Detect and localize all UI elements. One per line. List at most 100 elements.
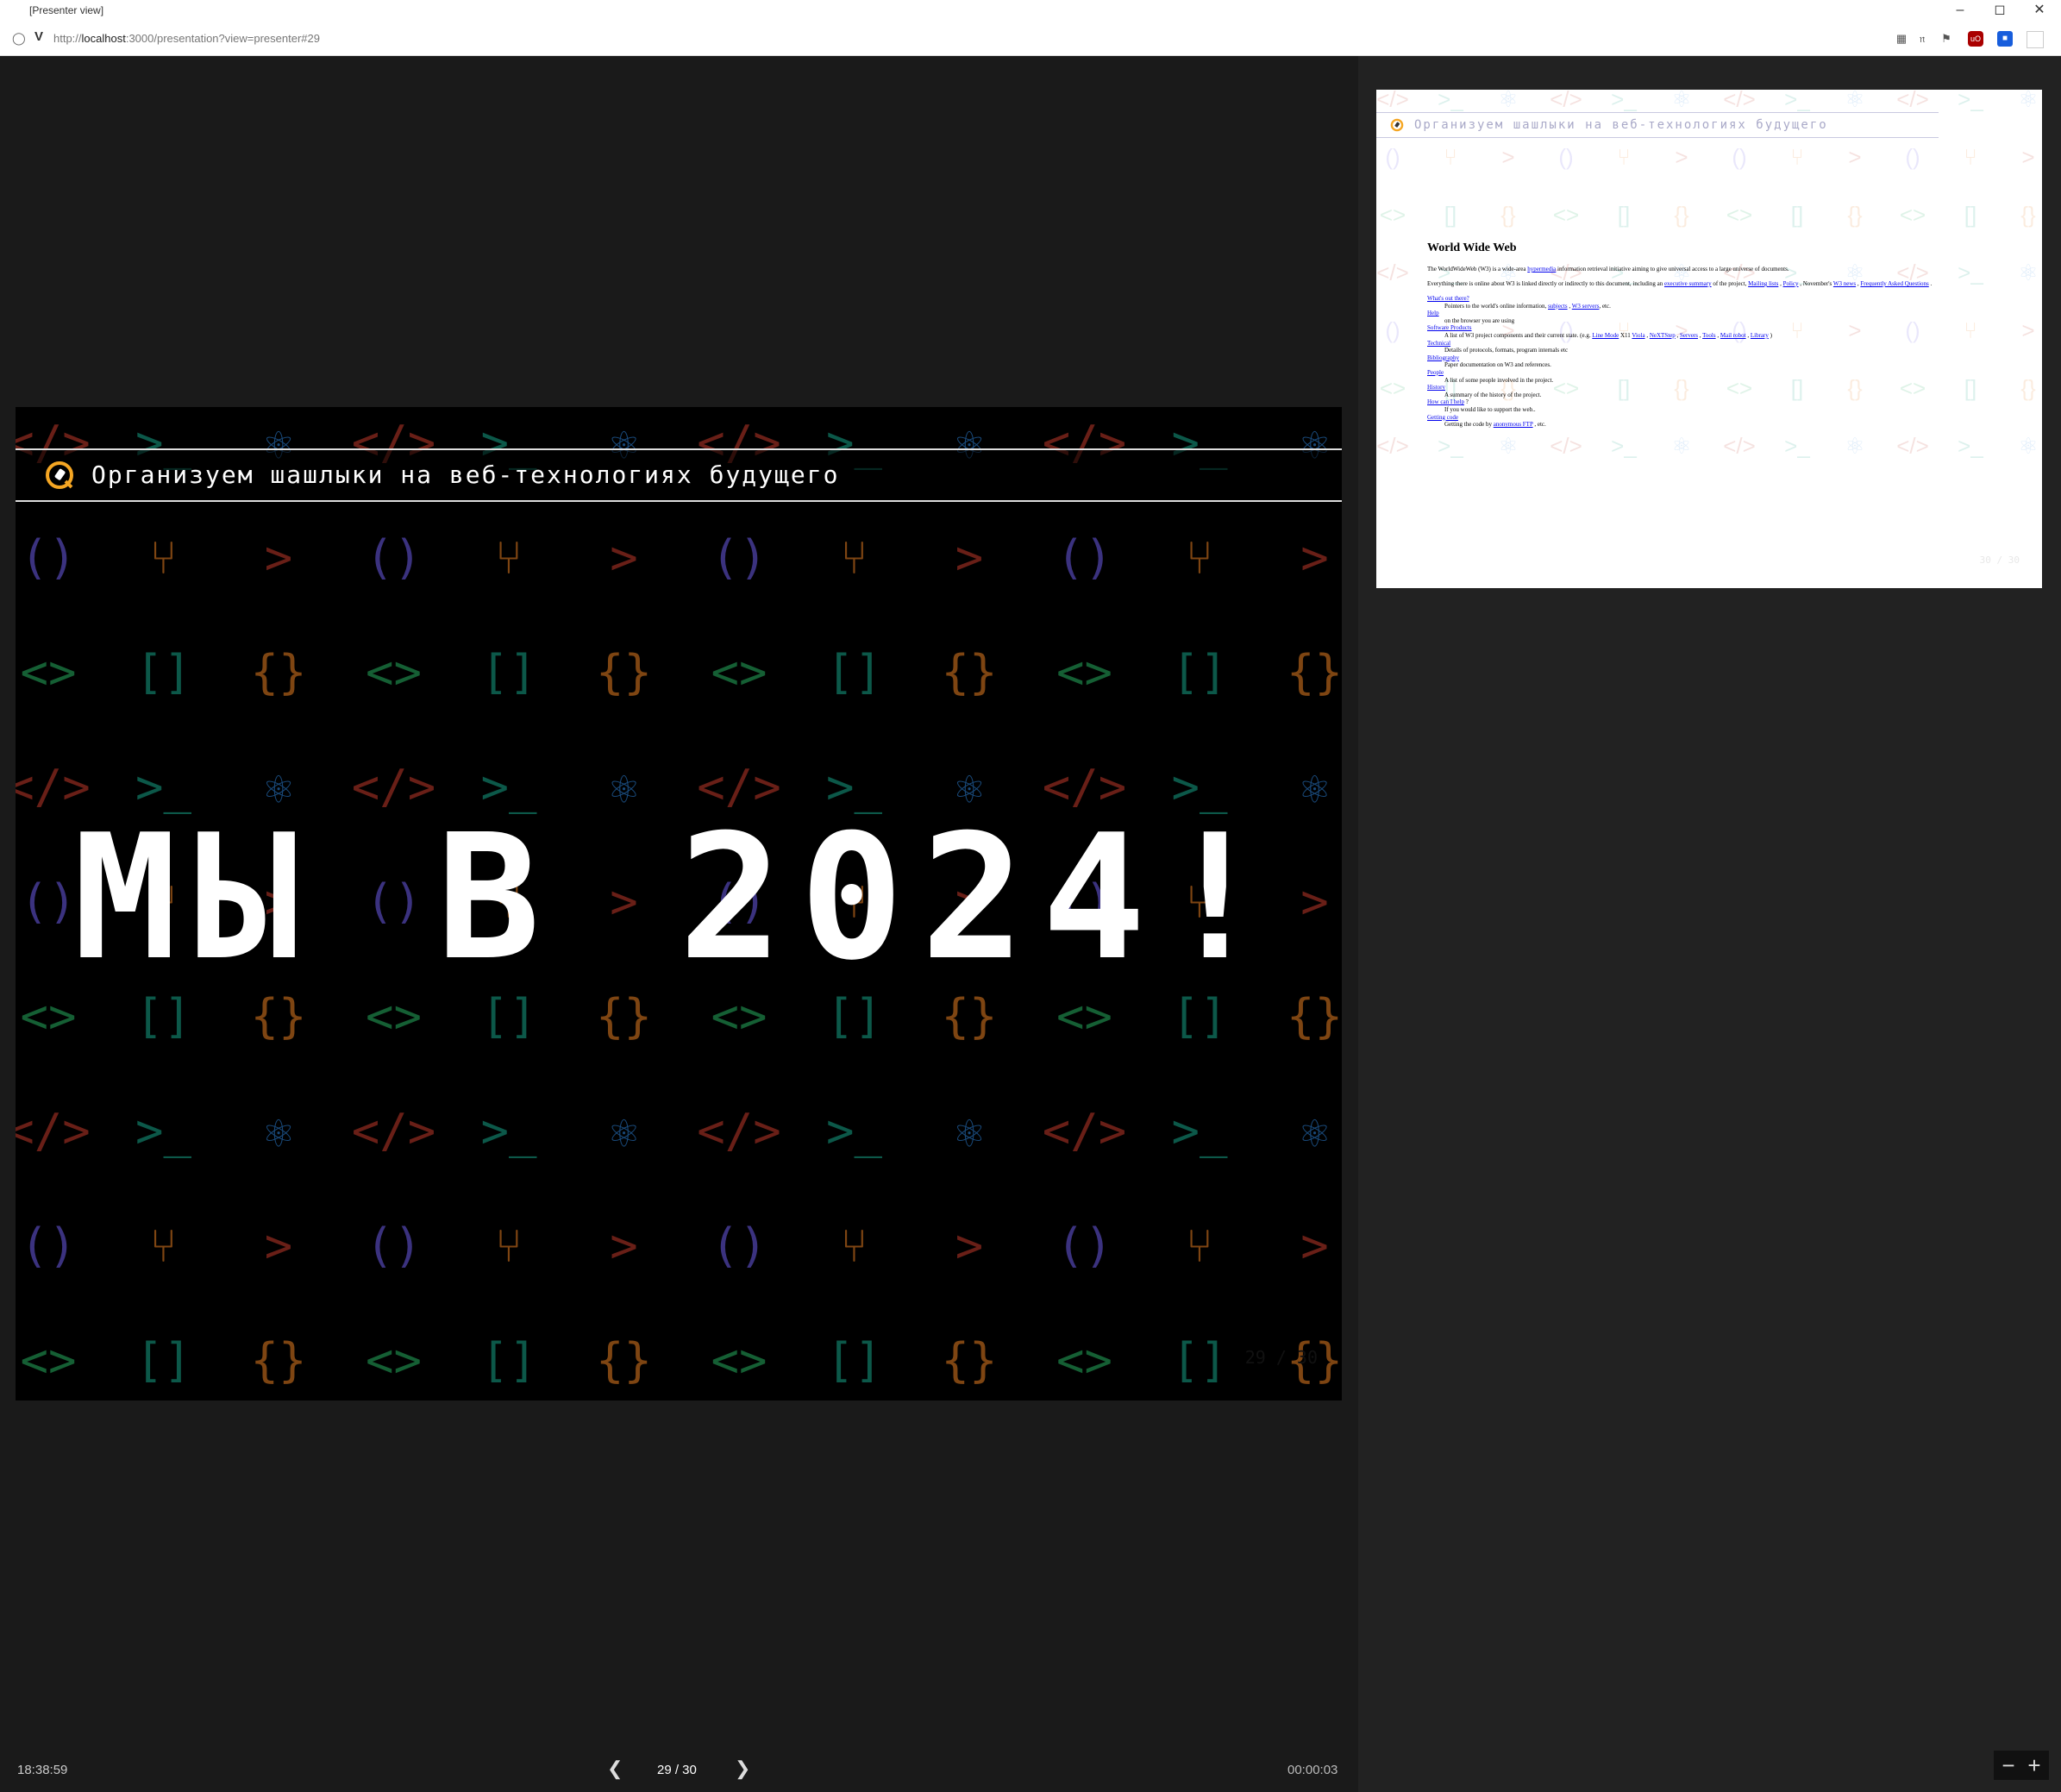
pattern-symbol: [] bbox=[480, 645, 536, 699]
pattern-symbol: () bbox=[1905, 144, 1920, 170]
doc-link[interactable]: Mail robot bbox=[1720, 332, 1746, 339]
maximize-icon[interactable]: ◻ bbox=[1980, 0, 2020, 21]
doc-link[interactable]: W3 news bbox=[1833, 280, 1856, 287]
doc-term-link[interactable]: Help bbox=[1427, 310, 1439, 316]
doc-link[interactable]: Servers bbox=[1680, 332, 1698, 339]
pattern-symbol: {} bbox=[250, 645, 306, 699]
pattern-symbol: ⚛ bbox=[1845, 90, 1864, 112]
pattern-symbol: <> bbox=[1553, 202, 1579, 228]
doc-desc: Paper documentation on W3 and references… bbox=[1444, 361, 1551, 369]
doc-term[interactable]: Help bbox=[1427, 310, 2022, 317]
doc-term-link[interactable]: Technical bbox=[1427, 340, 1450, 347]
vivaldi-logo-icon[interactable]: V bbox=[34, 29, 43, 44]
pattern-symbol: </> bbox=[352, 1104, 436, 1158]
pattern-symbol: >_ bbox=[1611, 433, 1637, 459]
doc-term-link[interactable]: How can I help bbox=[1427, 398, 1464, 405]
doc-link[interactable]: hypermedia bbox=[1527, 266, 1556, 273]
bbq-logo-icon bbox=[1390, 118, 1404, 132]
doc-desc: A list of some people involved in the pr… bbox=[1444, 376, 1554, 384]
pattern-symbol: </> bbox=[1376, 90, 1409, 112]
pattern-symbol: ⚛ bbox=[2018, 90, 2038, 112]
pattern-symbol: ⚛ bbox=[1845, 433, 1864, 459]
doc-link[interactable]: subjects bbox=[1548, 303, 1568, 310]
pattern-symbol: () bbox=[20, 530, 76, 585]
extension-icon[interactable] bbox=[2027, 31, 2044, 48]
pattern-symbol: <> bbox=[1056, 645, 1112, 699]
doc-link[interactable]: anonymous FTP bbox=[1494, 421, 1533, 428]
doc-term[interactable]: History bbox=[1427, 384, 2022, 392]
shield-icon[interactable]: ◯ bbox=[12, 31, 26, 46]
next-slide-preview[interactable]: </> >_ ⚛ </> >_ ⚛ </> >_ ⚛ </> >_ ⚛ () ⑂ > () ⑂ > () ⑂ > () ⑂ >… bbox=[1376, 90, 2042, 588]
pattern-symbol: > bbox=[955, 1219, 984, 1273]
pattern-symbol: > bbox=[265, 530, 293, 585]
pattern-symbol: [] bbox=[826, 645, 882, 699]
doc-term[interactable]: Software Products bbox=[1427, 324, 2022, 332]
slide-number: 29 / 30 bbox=[657, 1763, 697, 1777]
close-icon[interactable]: ✕ bbox=[2020, 0, 2059, 21]
pattern-symbol: () bbox=[1385, 144, 1400, 170]
pattern-symbol: ⑂ bbox=[149, 1219, 177, 1273]
doc-link[interactable]: Tools bbox=[1702, 332, 1715, 339]
pattern-symbol: () bbox=[366, 1219, 422, 1273]
doc-term-link[interactable]: People bbox=[1427, 369, 1444, 376]
doc-term-link[interactable]: Getting code bbox=[1427, 414, 1458, 421]
pattern-symbol: () bbox=[20, 1219, 76, 1273]
pattern-symbol: >_ bbox=[1438, 433, 1463, 459]
minimize-icon[interactable]: – bbox=[1940, 0, 1980, 21]
pattern-symbol: ⑂ bbox=[840, 530, 868, 585]
pattern-symbol: {} bbox=[250, 1333, 306, 1388]
doc-term[interactable]: Technical bbox=[1427, 340, 2022, 348]
pattern-symbol: () bbox=[1732, 144, 1746, 170]
doc-link[interactable]: Policy bbox=[1783, 280, 1799, 287]
doc-link[interactable]: Viola bbox=[1632, 332, 1644, 339]
doc-term[interactable]: Getting code bbox=[1427, 414, 2022, 422]
pattern-symbol: > bbox=[1300, 530, 1329, 585]
pattern-symbol: [] bbox=[1171, 1333, 1227, 1388]
doc-link[interactable]: Mailing lists bbox=[1748, 280, 1778, 287]
pattern-symbol: <> bbox=[366, 645, 422, 699]
current-slide[interactable]: </> >_ ⚛ </> >_ ⚛ </> >_ ⚛ </> >_ ⚛ () ⑂ > () ⑂ > () ⑂ > () ⑂ >… bbox=[16, 407, 1342, 1400]
pattern-symbol: <> bbox=[1380, 202, 1406, 228]
bitwarden-icon[interactable]: ■ bbox=[1997, 31, 2013, 47]
doc-term[interactable]: People bbox=[1427, 369, 2022, 377]
pattern-symbol: ⚛ bbox=[1671, 90, 1691, 112]
doc-link[interactable]: NeXTStep bbox=[1650, 332, 1676, 339]
doc-link[interactable]: Library bbox=[1751, 332, 1769, 339]
doc-term[interactable]: Bibliography bbox=[1427, 354, 2022, 362]
ublock-icon[interactable]: uO bbox=[1968, 31, 1983, 47]
doc-term-link[interactable]: Bibliography bbox=[1427, 354, 1459, 361]
minus-icon[interactable]: − bbox=[1995, 1752, 2021, 1778]
pattern-symbol: ⚛ bbox=[1498, 433, 1518, 459]
doc-link[interactable]: W3 servers bbox=[1572, 303, 1600, 310]
pattern-symbol: {} bbox=[1287, 645, 1342, 699]
pattern-symbol: {} bbox=[1847, 202, 1863, 228]
doc-term-link[interactable]: History bbox=[1427, 384, 1445, 391]
chevron-left-icon[interactable]: ❮ bbox=[607, 1758, 623, 1780]
pattern-symbol: () bbox=[1385, 317, 1400, 343]
pattern-symbol: <> bbox=[20, 645, 76, 699]
pattern-symbol: </> bbox=[697, 1104, 781, 1158]
url-text[interactable]: http://localhost:3000/presentation?view=… bbox=[53, 32, 320, 45]
pattern-symbol: <> bbox=[1900, 202, 1926, 228]
slide-header-title: Организуем шашлыки на веб-технологиях бу… bbox=[91, 461, 840, 489]
pattern-symbol: ⚛ bbox=[955, 1104, 984, 1158]
doc-term-link[interactable]: What's out there? bbox=[1427, 295, 1469, 302]
pattern-symbol: ⑂ bbox=[149, 530, 177, 585]
qr-code-icon[interactable]: ▦ bbox=[1894, 31, 1909, 47]
doc-term[interactable]: What's out there? bbox=[1427, 295, 2022, 303]
pattern-symbol: </> bbox=[1723, 433, 1756, 459]
doc-link[interactable]: Line Mode bbox=[1592, 332, 1619, 339]
doc-link[interactable]: Frequently Asked Questions bbox=[1860, 280, 1928, 287]
address-bar[interactable]: ◯ V http://localhost:3000/presentation?v… bbox=[0, 21, 2061, 56]
doc-term[interactable]: How can I help ? bbox=[1427, 398, 2022, 406]
translate-icon[interactable]: 𝔫 bbox=[1914, 31, 1930, 47]
doc-desc: A list of W3 project components and thei… bbox=[1444, 331, 1772, 339]
pattern-symbol: ⑂ bbox=[1964, 144, 1977, 170]
plus-icon[interactable]: + bbox=[2021, 1752, 2047, 1778]
doc-link[interactable]: executive summary bbox=[1664, 280, 1712, 287]
bookmark-icon[interactable]: ⚑ bbox=[1939, 31, 1954, 47]
chevron-right-icon[interactable]: ❯ bbox=[735, 1758, 750, 1780]
pattern-symbol: [] bbox=[1444, 202, 1456, 228]
pattern-symbol: </> bbox=[1043, 1104, 1127, 1158]
doc-term-link[interactable]: Software Products bbox=[1427, 324, 1472, 331]
